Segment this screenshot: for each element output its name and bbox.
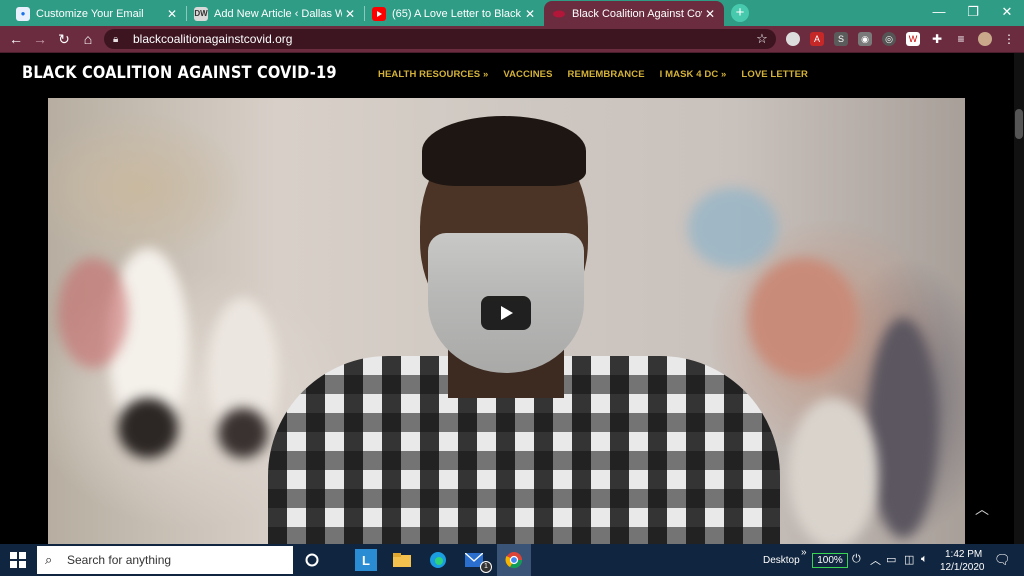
background-blur — [58, 258, 128, 368]
minimize-icon[interactable]: — — [922, 0, 956, 26]
tab-strip: ● Customize Your Email ✕ DW Add New Arti… — [0, 0, 1024, 26]
page-scrollbar[interactable] — [1014, 53, 1024, 544]
close-icon[interactable]: ✕ — [522, 7, 538, 21]
volume-icon[interactable]: 🔈︎ — [921, 553, 928, 566]
desktop-toolbar-label[interactable]: Desktop — [763, 555, 800, 566]
puzzle-extensions-icon[interactable]: ✚ — [930, 32, 944, 46]
search-icon: ⌕ — [45, 552, 53, 567]
extension-icon[interactable]: S — [834, 32, 848, 46]
menu-kebab-icon[interactable]: ⋮ — [1002, 32, 1016, 46]
edge-browser-icon[interactable] — [427, 549, 449, 571]
windows-taskbar: ⌕ Search for anything L 1 Desktop » 100%… — [0, 544, 1024, 576]
close-icon[interactable]: ✕ — [342, 7, 358, 21]
windows-start-icon[interactable] — [10, 552, 26, 568]
notifications-icon[interactable]: 🗨︎ — [994, 552, 1011, 568]
browser-toolbar: ← → ↻ ⌂ 🔒︎ blackcoalitionagainstcovid.or… — [0, 26, 1024, 52]
tab-love-letter-youtube[interactable]: (65) A Love Letter to Black Amer ✕ — [364, 1, 544, 26]
home-icon[interactable]: ⌂ — [79, 30, 97, 48]
bookmark-star-icon[interactable]: ☆ — [752, 31, 772, 47]
close-window-icon[interactable]: ✕ — [990, 0, 1024, 26]
nav-health-resources[interactable]: HEALTH RESOURCES » — [378, 69, 488, 80]
tab-customize-email[interactable]: ● Customize Your Email ✕ — [8, 1, 186, 26]
url-text: blackcoalitionagainstcovid.org — [133, 32, 293, 46]
chrome-icon[interactable] — [497, 544, 531, 576]
forward-arrow-icon[interactable]: → — [31, 30, 49, 48]
play-icon — [501, 306, 513, 320]
network-icon[interactable]: ◫ — [904, 553, 914, 566]
reload-icon[interactable]: ↻ — [55, 30, 73, 48]
web-page: BLACK COALITION AGAINST COVID-19 HEALTH … — [0, 53, 1024, 544]
extension-icon[interactable]: ◉ — [858, 32, 872, 46]
clock-date[interactable]: 12/1/2020 — [940, 562, 985, 573]
battery-percent: 100% — [812, 553, 848, 568]
scrollbar-thumb[interactable] — [1015, 109, 1023, 139]
extension-icon[interactable]: ◎ — [882, 32, 896, 46]
clock-time[interactable]: 1:42 PM — [945, 549, 982, 560]
nav-remembrance[interactable]: REMEMBRANCE — [568, 69, 645, 80]
background-blur — [688, 188, 778, 268]
background-blur — [868, 318, 938, 538]
battery-icon[interactable]: ▭ — [886, 553, 896, 566]
chevron-double-icon[interactable]: » — [801, 547, 807, 558]
nav-love-letter[interactable]: LOVE LETTER — [741, 69, 808, 80]
background-blur — [748, 258, 858, 378]
close-icon[interactable]: ✕ — [164, 7, 180, 21]
chevron-up-icon[interactable]: ︿ — [870, 552, 881, 568]
video-player[interactable] — [48, 98, 965, 544]
extension-icon[interactable]: W — [906, 32, 920, 46]
nav-i-mask-4-dc[interactable]: I MASK 4 DC » — [660, 69, 727, 80]
search-placeholder: Search for anything — [67, 553, 172, 567]
new-tab-button[interactable]: + — [731, 4, 749, 22]
site-nav: HEALTH RESOURCES » VACCINES REMEMBRANCE … — [378, 69, 808, 80]
background-blur — [118, 398, 178, 458]
lock-icon: 🔒︎ — [113, 33, 119, 45]
pdf-extension-icon[interactable]: A — [810, 32, 824, 46]
file-explorer-icon[interactable] — [391, 549, 413, 571]
scroll-to-top-icon[interactable]: ︿ — [972, 499, 992, 519]
tab-title: Add New Article ‹ Dallas Weekly — [214, 7, 342, 20]
youtube-icon — [372, 6, 386, 21]
avatar[interactable] — [978, 32, 992, 46]
back-arrow-icon[interactable]: ← — [7, 30, 25, 48]
reading-list-icon[interactable]: ≡ — [954, 32, 968, 46]
mail-badge: 1 — [480, 561, 492, 573]
person-hair — [422, 116, 586, 186]
cortana-icon[interactable] — [301, 549, 323, 571]
tab-dallas-weekly[interactable]: DW Add New Article ‹ Dallas Weekly ✕ — [186, 1, 364, 26]
restore-icon[interactable]: ❐ — [956, 0, 990, 26]
tab-black-coalition[interactable]: Black Coalition Against Covid – B ✕ — [544, 1, 724, 26]
extension-record-icon[interactable] — [786, 32, 800, 46]
taskbar-search[interactable]: ⌕ Search for anything — [37, 546, 293, 574]
bcac-icon — [552, 7, 566, 21]
site-logo[interactable]: BLACK COALITION AGAINST COVID-19 — [22, 63, 337, 83]
globe-icon: ● — [16, 6, 30, 21]
tab-title: Customize Your Email — [36, 7, 144, 20]
background-blur — [788, 398, 878, 544]
nav-vaccines[interactable]: VACCINES — [503, 69, 552, 80]
dw-icon: DW — [194, 6, 208, 21]
background-blur — [218, 408, 268, 458]
tab-title: (65) A Love Letter to Black Amer — [392, 7, 522, 20]
address-bar[interactable]: 🔒︎ blackcoalitionagainstcovid.org ☆ — [104, 29, 776, 49]
close-icon[interactable]: ✕ — [702, 7, 718, 21]
power-plug-icon[interactable]: ⏻ — [852, 553, 861, 566]
tab-title: Black Coalition Against Covid – B — [572, 7, 702, 20]
app-l-icon[interactable]: L — [355, 549, 377, 571]
play-button[interactable] — [481, 296, 531, 330]
